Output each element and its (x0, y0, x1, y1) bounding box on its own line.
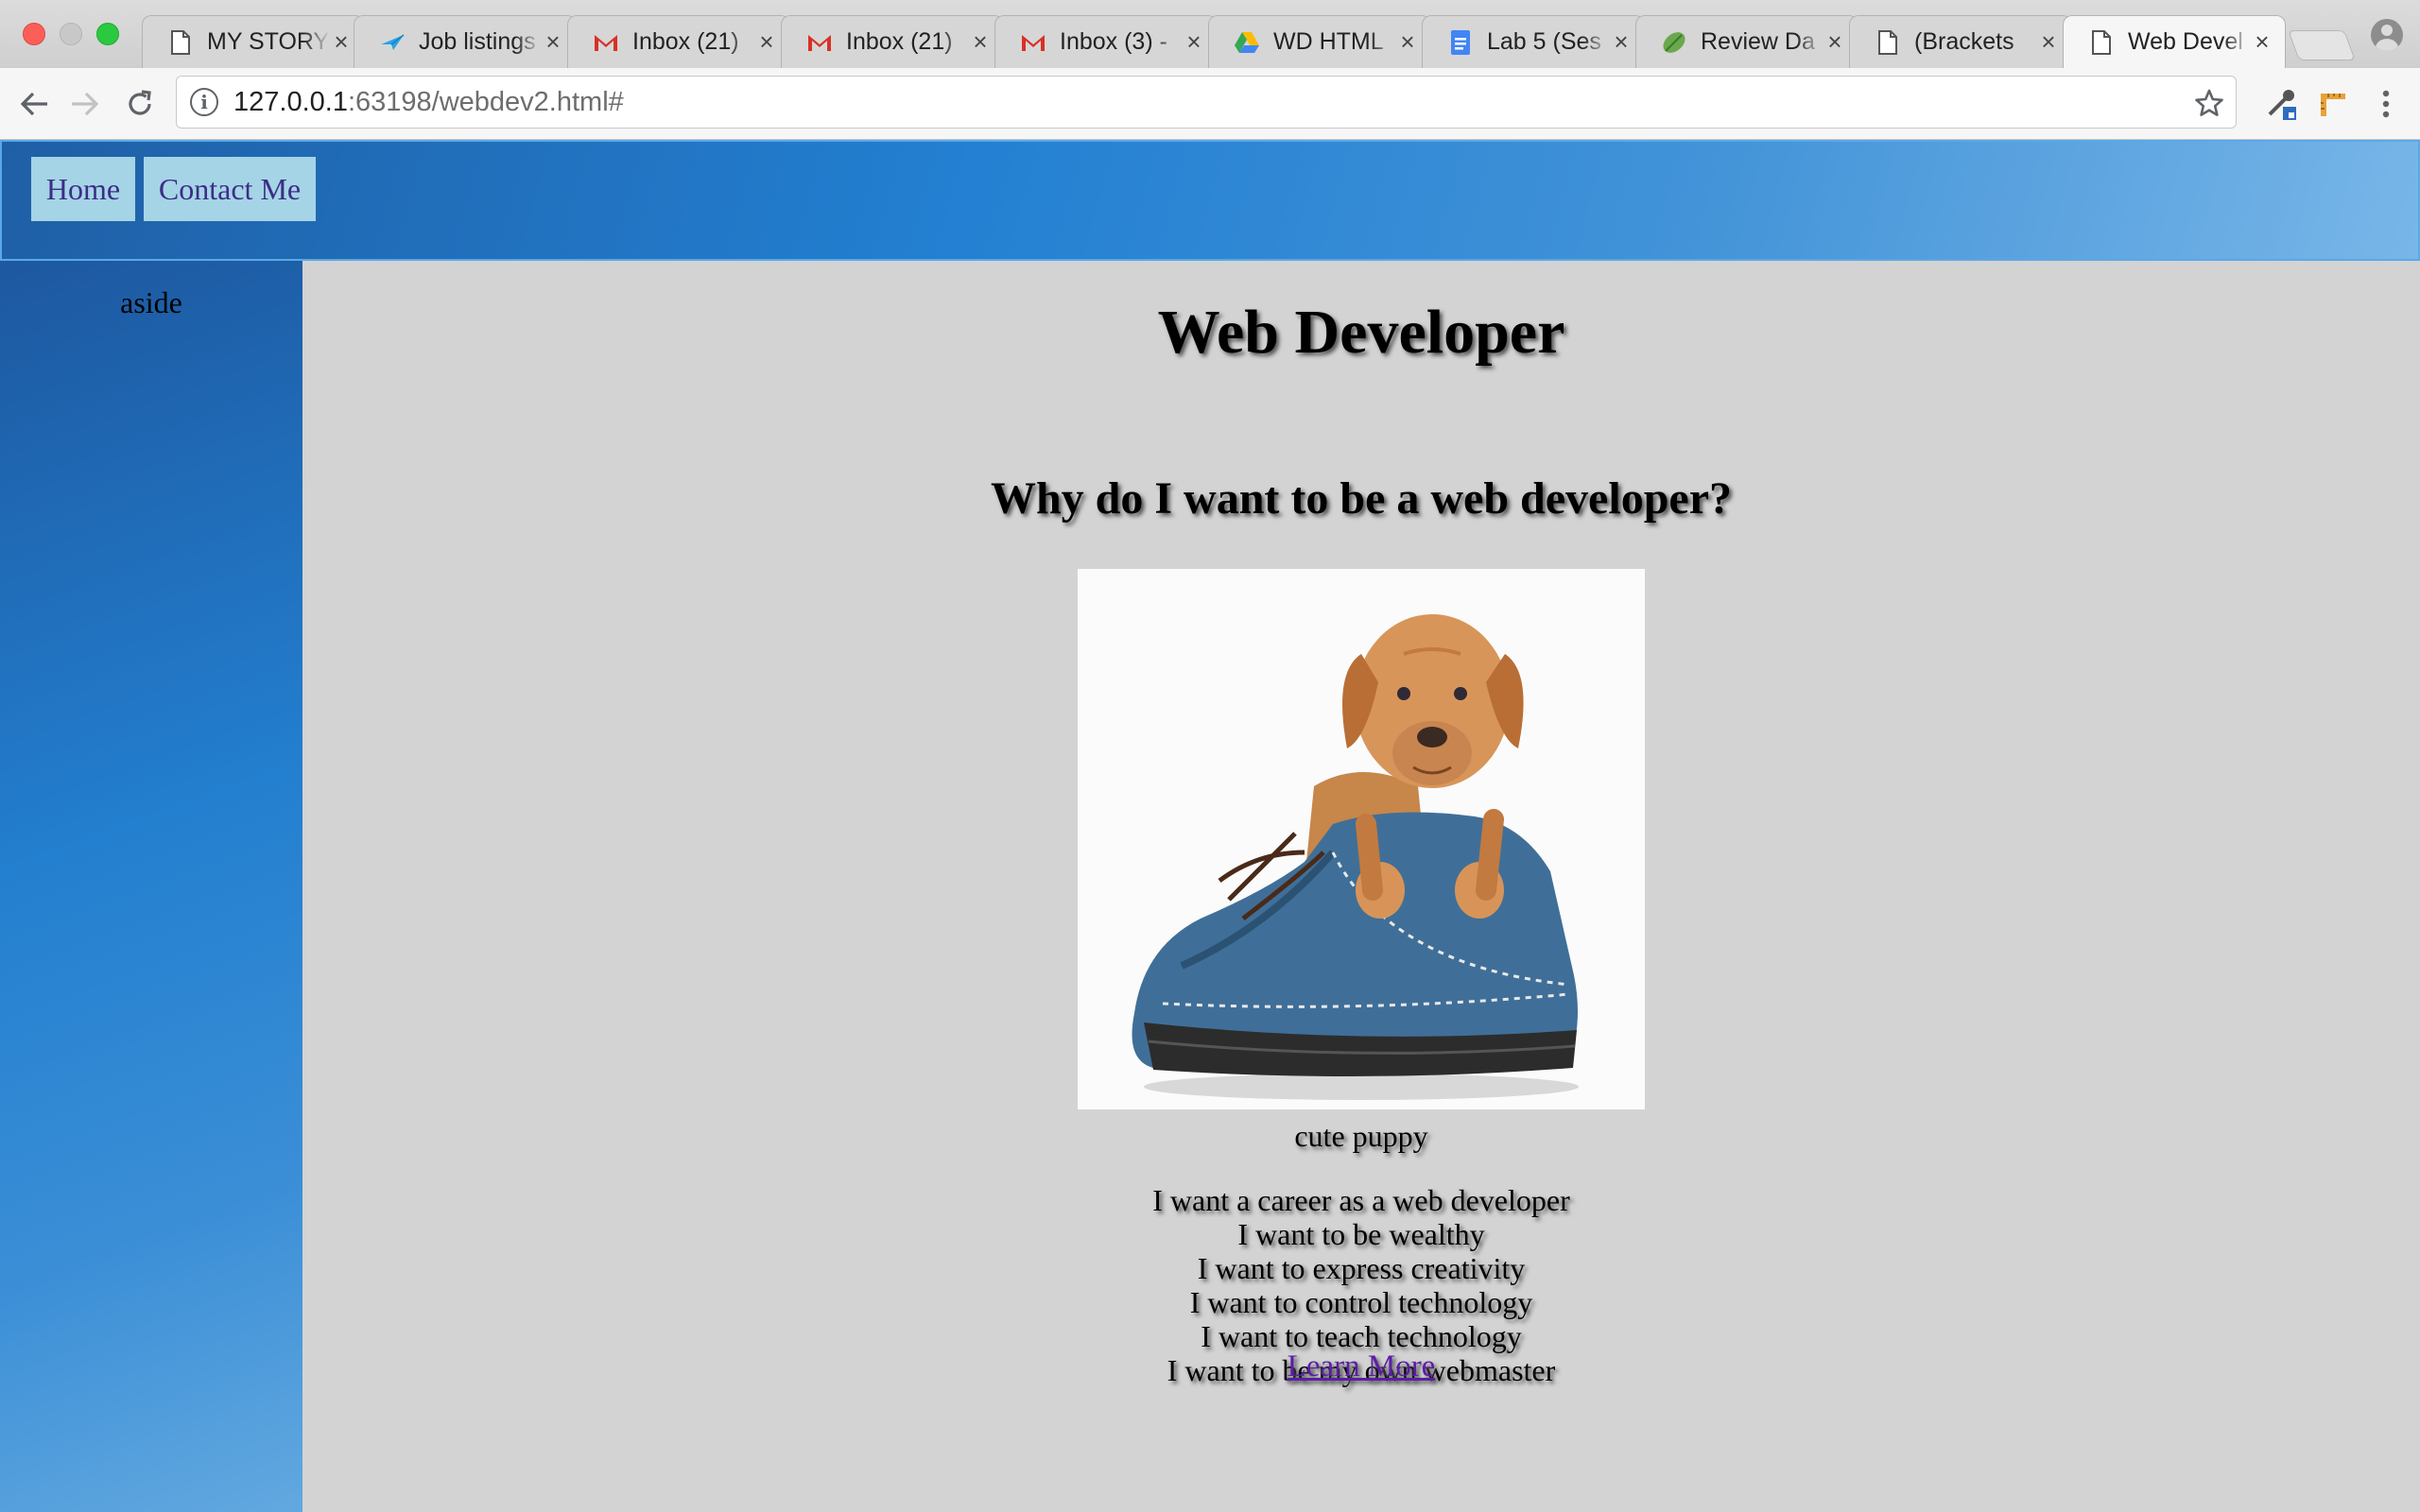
web-page: Home Contact Me aside Web Developer Why … (0, 140, 2420, 1512)
nav-home-link[interactable]: Home (31, 157, 135, 221)
reason-item: I want to be wealthy (1237, 1217, 1485, 1251)
tab-my-story[interactable]: MY STORY × (142, 15, 365, 68)
tab-label: Web Devel (2128, 28, 2243, 55)
url-host: 127.0.0.1 (233, 86, 348, 117)
gmail-icon (593, 29, 619, 56)
learn-more-container: Learn More (302, 1349, 2420, 1384)
url-path: :63198/webdev2.html# (347, 86, 624, 117)
gmail-icon (806, 29, 833, 56)
close-icon[interactable]: × (542, 27, 564, 57)
forward-icon[interactable] (66, 85, 104, 123)
tab-label: Inbox (3) - (1060, 28, 1167, 55)
close-icon[interactable]: × (2251, 27, 2273, 57)
site-header: Home Contact Me (0, 140, 2420, 261)
reload-icon[interactable] (121, 85, 159, 123)
minimize-window-button[interactable] (60, 23, 82, 45)
plane-icon (379, 29, 406, 56)
eyedropper-extension-icon[interactable] (2263, 85, 2301, 123)
sidebar: aside (0, 261, 302, 1512)
close-window-button[interactable] (23, 23, 45, 45)
gmail-icon (1020, 29, 1046, 56)
tab-inbox-2[interactable]: Inbox (21) × (781, 15, 1004, 68)
reason-item: I want a career as a web developer (1152, 1183, 1570, 1217)
tab-web-developer[interactable]: Web Devel × (2063, 15, 2286, 68)
image-caption: cute puppy (1294, 1119, 1428, 1153)
tab-review-da[interactable]: Review Da × (1635, 15, 1858, 68)
ruler-extension-icon[interactable] (2314, 85, 2352, 123)
reason-item: I want to control technology (1189, 1285, 1533, 1319)
back-icon[interactable] (15, 85, 53, 123)
drive-icon (1234, 29, 1260, 56)
tab-inbox-1[interactable]: Inbox (21) × (567, 15, 790, 68)
tab-label: Review Da (1701, 28, 1815, 55)
document-icon (2088, 29, 2115, 56)
tab-strip: MY STORY × Job listings × Inbox (21) × I… (0, 0, 2420, 68)
tab-inbox-3[interactable]: Inbox (3) - × (994, 15, 1218, 68)
document-icon (167, 29, 194, 56)
close-icon[interactable]: × (330, 27, 353, 57)
bookmark-star-icon[interactable] (2192, 86, 2226, 120)
tab-label: MY STORY (207, 28, 330, 55)
close-icon[interactable]: × (2037, 27, 2060, 57)
close-icon[interactable]: × (1610, 27, 1633, 57)
sidebar-label: aside (120, 285, 182, 319)
tab-label: Inbox (21) (632, 28, 739, 55)
menu-icon[interactable] (2367, 85, 2405, 123)
close-icon[interactable]: × (1396, 27, 1419, 57)
new-tab-button[interactable] (2288, 30, 2356, 60)
profile-icon[interactable] (2371, 19, 2403, 51)
tab-label: Inbox (21) (846, 28, 953, 55)
puppy-in-boot-image (1078, 569, 1645, 1109)
main-content: Web Developer Why do I want to be a web … (302, 261, 2420, 1512)
close-icon[interactable]: × (969, 27, 992, 57)
info-icon[interactable]: i (190, 88, 218, 116)
document-icon (1875, 29, 1901, 56)
browser-toolbar: i 127.0.0.1:63198/webdev2.html# (0, 68, 2420, 140)
tab-label: WD HTML (1273, 28, 1384, 55)
tab-brackets[interactable]: (Brackets × (1849, 15, 2072, 68)
tab-label: Lab 5 (Ses (1487, 28, 1601, 55)
close-icon[interactable]: × (1824, 27, 1846, 57)
close-icon[interactable]: × (755, 27, 778, 57)
tab-lab-5[interactable]: Lab 5 (Ses × (1422, 15, 1645, 68)
reason-item: I want to express creativity (1197, 1251, 1526, 1285)
docs-icon (1447, 29, 1474, 56)
nav-contact-link[interactable]: Contact Me (144, 157, 316, 221)
tab-label: (Brackets (1914, 28, 2014, 55)
tab-label: Job listings (419, 28, 536, 55)
leaf-icon (1661, 29, 1687, 56)
section-heading: Why do I want to be a web developer? (990, 473, 1732, 524)
tab-job-listings[interactable]: Job listings × (354, 15, 577, 68)
learn-more-link[interactable]: Learn More (1288, 1349, 1436, 1383)
page-title: Web Developer (1157, 298, 1565, 367)
close-icon[interactable]: × (1183, 27, 1205, 57)
reason-item: I want to teach technology (1201, 1319, 1522, 1353)
tab-wd-html[interactable]: WD HTML × (1208, 15, 1431, 68)
maximize-window-button[interactable] (96, 23, 119, 45)
address-bar[interactable]: i 127.0.0.1:63198/webdev2.html# (176, 76, 2237, 129)
